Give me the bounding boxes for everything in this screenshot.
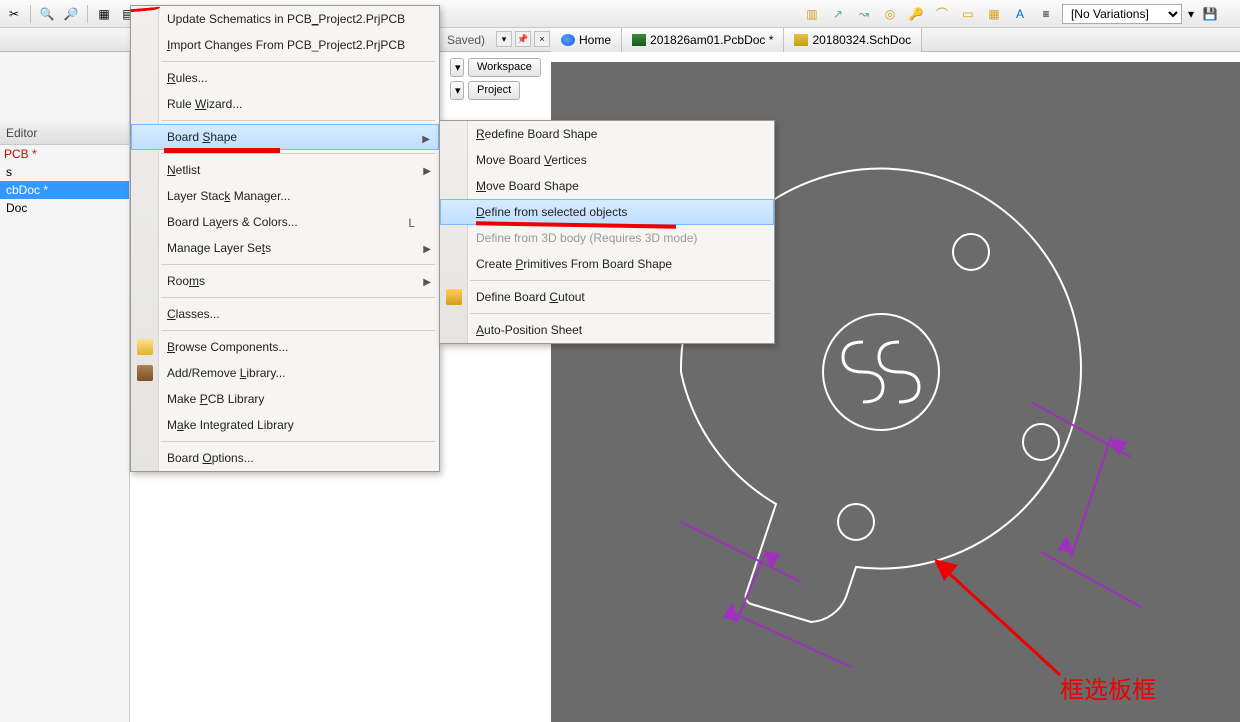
tab-label: 20180324.SchDoc <box>812 33 911 47</box>
project-button[interactable]: Project <box>468 81 520 100</box>
toolbar-icon[interactable]: 🔑 <box>906 4 926 24</box>
tab-home[interactable]: Home <box>551 28 622 52</box>
project-file[interactable]: s <box>0 163 129 181</box>
menu-item[interactable]: Manage Layer Sets▶ <box>131 235 439 261</box>
project-file[interactable]: Doc <box>0 199 129 217</box>
menu-item[interactable]: Auto-Position Sheet <box>440 317 774 343</box>
menu-item[interactable]: Board Layers & Colors...L <box>131 209 439 235</box>
sch-file-icon <box>794 34 808 46</box>
board-shape-submenu: Redefine Board ShapeMove Board VerticesM… <box>439 120 775 344</box>
dropdown-toggle[interactable]: ▾ <box>450 58 464 77</box>
side-button-group: ▾ Workspace ▾ Project <box>450 58 541 100</box>
menu-item[interactable]: Rule Wizard... <box>131 91 439 117</box>
toolbar-icon[interactable]: ⌒ <box>932 4 952 24</box>
menu-item[interactable]: Make Integrated Library <box>131 412 439 438</box>
panel-header: Editor <box>0 122 129 145</box>
project-file[interactable]: cbDoc * <box>0 181 129 199</box>
variations-dropdown[interactable]: [No Variations] <box>1062 4 1182 24</box>
toolbar-icon[interactable]: ▭ <box>958 4 978 24</box>
annotation-text: 框选板框 <box>1060 670 1156 705</box>
toolbar-icon[interactable]: ▦ <box>94 4 114 24</box>
design-menu: Update Schematics in PCB_Project2.PrjPCB… <box>130 5 440 472</box>
menu-item[interactable]: Update Schematics in PCB_Project2.PrjPCB <box>131 6 439 32</box>
tab-label: 201826am01.PcbDoc * <box>650 33 773 47</box>
saved-indicator: Saved) <box>447 33 485 47</box>
workspace-button[interactable]: Workspace <box>468 58 541 77</box>
menu-item[interactable]: Create Primitives From Board Shape <box>440 251 774 277</box>
menu-item[interactable]: Add/Remove Library... <box>131 360 439 386</box>
menu-item[interactable]: Browse Components... <box>131 334 439 360</box>
toolbar-icon[interactable]: ▥ <box>802 4 822 24</box>
menu-item[interactable]: Rules... <box>131 65 439 91</box>
toolbar-icon[interactable]: A <box>1010 4 1030 24</box>
menu-item[interactable]: Move Board Vertices <box>440 147 774 173</box>
home-icon <box>561 34 575 46</box>
toolbar-icon[interactable]: ✂ <box>4 4 24 24</box>
menu-item[interactable]: Redefine Board Shape <box>440 121 774 147</box>
menu-item[interactable]: Layer Stack Manager... <box>131 183 439 209</box>
toolbar-icon[interactable]: ≡ <box>1036 4 1056 24</box>
toolbar-icon[interactable]: 🔍 <box>37 4 57 24</box>
panel-close-icon[interactable]: × <box>534 31 550 47</box>
dropdown-toggle[interactable]: ▾ <box>450 81 464 100</box>
toolbar-icon[interactable]: ▦ <box>984 4 1004 24</box>
pcb-file-icon <box>632 34 646 46</box>
toolbar-icon[interactable]: ↗ <box>828 4 848 24</box>
annotation-arrow <box>930 555 1080 705</box>
annotation-underline <box>164 148 280 153</box>
tab-label: Home <box>579 33 611 47</box>
menu-item[interactable]: Define Board Cutout <box>440 284 774 310</box>
project-panel: Editor PCB * s cbDoc * Doc <box>0 52 130 722</box>
tab-schdoc[interactable]: 20180324.SchDoc <box>784 28 922 52</box>
menu-item[interactable]: Board Shape▶ <box>131 124 439 150</box>
toolbar-icon[interactable]: ↝ <box>854 4 874 24</box>
toolbar-icon[interactable]: ◎ <box>880 4 900 24</box>
menu-item[interactable]: Netlist▶ <box>131 157 439 183</box>
project-node[interactable]: PCB * <box>0 145 129 163</box>
menu-item[interactable]: Classes... <box>131 301 439 327</box>
toolbar-icon[interactable]: 🔎 <box>61 4 81 24</box>
menu-item[interactable]: Import Changes From PCB_Project2.PrjPCB <box>131 32 439 58</box>
menu-item[interactable]: Move Board Shape <box>440 173 774 199</box>
tab-pcbdoc[interactable]: 201826am01.PcbDoc * <box>622 28 784 52</box>
menu-item[interactable]: Board Options... <box>131 445 439 471</box>
menu-item[interactable]: Rooms▶ <box>131 268 439 294</box>
panel-pin-icon[interactable]: ▾ <box>496 31 512 47</box>
panel-pin-icon[interactable]: 📌 <box>515 31 531 47</box>
menu-item: Define from 3D body (Requires 3D mode) <box>440 225 774 251</box>
toolbar-icon[interactable]: 💾 <box>1200 4 1220 24</box>
menu-item[interactable]: Make PCB Library <box>131 386 439 412</box>
